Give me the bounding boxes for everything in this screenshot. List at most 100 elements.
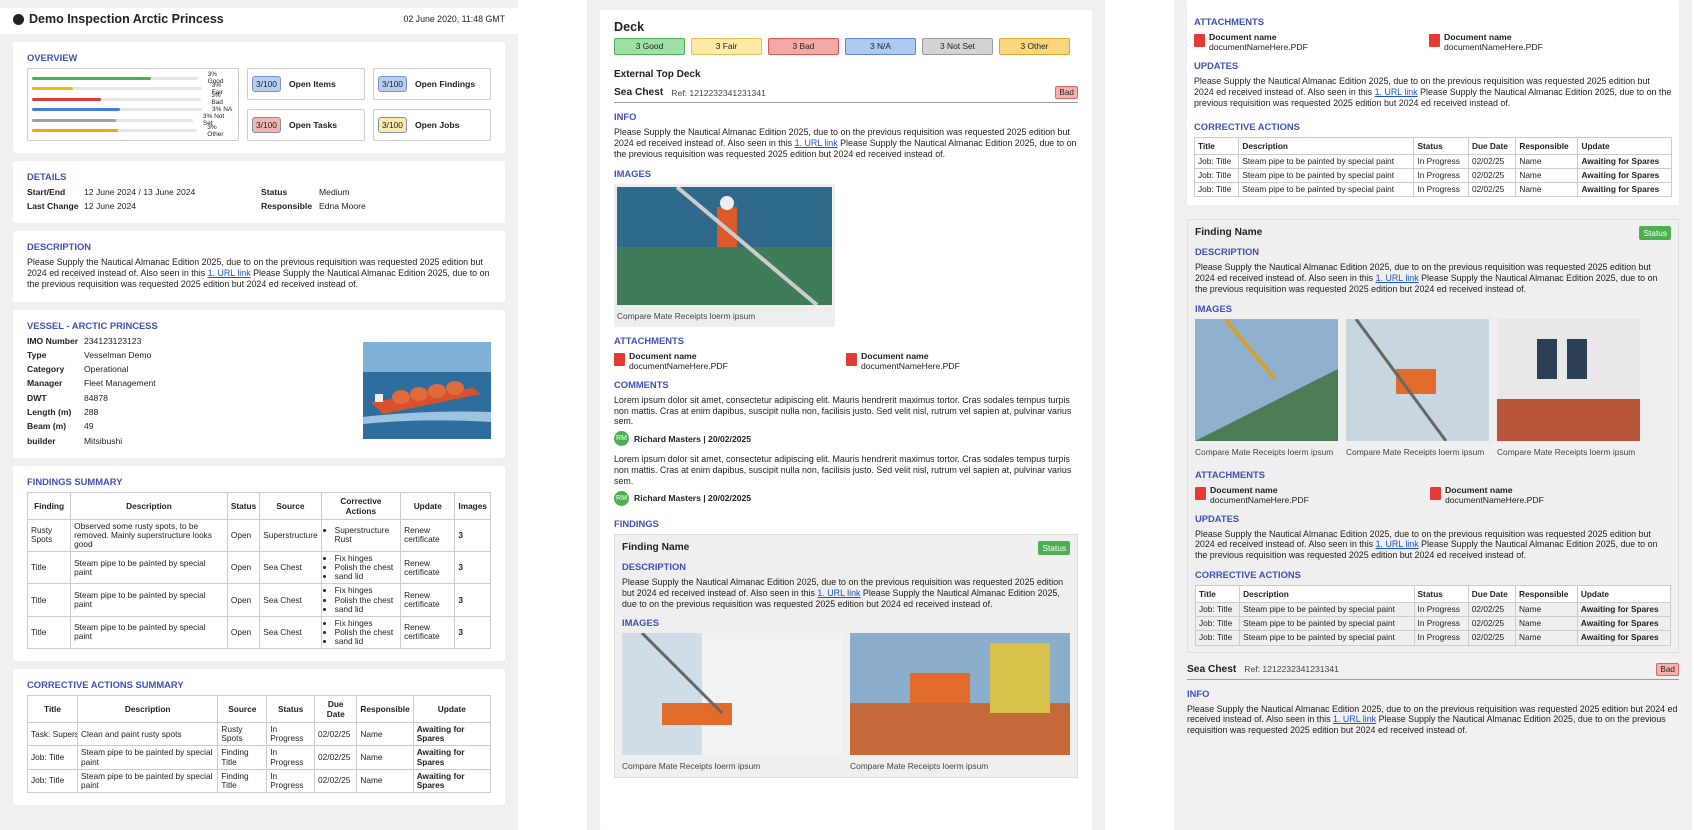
sea-chest-ref: Ref: 1212232341231341 [671,87,766,98]
comments-heading: COMMENTS [614,378,669,390]
column-header: Source [217,695,268,724]
table-cell: In Progress [266,745,316,770]
info-url-link[interactable]: 1. URL link [795,138,838,148]
table-cell: Awaiting for Spares [412,768,492,793]
column-header: Due Date [314,695,358,724]
table-cell: Observed some rusty spots, to be removed… [70,518,228,553]
table-cell: Steam pipe to be painted by special pain… [1238,167,1415,183]
condition-tab[interactable]: 3 N/A [845,38,916,55]
attachment-item[interactable]: Document name documentNameHere.PDF [1194,32,1429,52]
table-cell: Steam pipe to be painted by special pain… [1239,616,1415,632]
stat-label: Open Items [288,79,336,89]
bar-label: 3% Bad [211,92,223,107]
ship-photo[interactable] [850,633,1070,756]
image-caption: Compare Mate Receipts loerm ipsum [617,310,756,321]
table-row[interactable]: Job: Title Steam pipe to be painted by sp… [1193,167,1672,183]
column-header: Update [1576,585,1672,604]
hull-photo[interactable] [1497,318,1640,441]
stat-box[interactable]: 3/100 Open Jobs [373,108,491,141]
attachments-heading: ATTACHMENTS [614,334,684,346]
column-header: Images [454,491,491,520]
image-caption: Compare Mate Receipts loerm ipsum [1497,446,1636,457]
attachment-item[interactable]: Document name documentNameHere.PDF [1429,32,1664,52]
table-cell: Renew certificate [400,583,456,617]
vessel-field-label: Manager [27,378,63,389]
table-row[interactable]: Title Steam pipe to be painted by special… [26,615,491,650]
url-link[interactable]: 1. URL link [208,268,251,278]
stat-box[interactable]: 3/100 Open Tasks [247,108,365,141]
bar-track [32,97,202,101]
table-row[interactable]: Task: Supers Clean and paint rusty spots R… [27,722,492,747]
details-card: DETAILS Start/End 12 June 2024 / 13 June … [13,161,505,223]
bar-track [32,87,202,91]
findings-heading: FINDINGS [614,517,659,529]
table-cell: Title [26,551,72,585]
ship-photo[interactable] [622,632,842,756]
crane-photo[interactable] [1346,317,1489,442]
image-caption: Compare Mate Receipts loerm ipsum [850,761,989,772]
table-cell: Superstructure Rust [320,518,402,553]
bar-fill [32,118,116,122]
table-row[interactable]: Job: Title Steam pipe to be painted by sp… [1194,616,1672,632]
condition-tab[interactable]: 3 Fair [691,38,762,55]
bad-badge: Bad [1055,86,1078,99]
table-cell: 02/02/25 [1467,181,1517,197]
table-row[interactable]: Job: Title Steam pipe to be painted by sp… [1193,181,1672,197]
table-cell: Name [356,745,414,770]
table-cell: 3 [454,518,491,553]
attachment-item[interactable]: Document name documentNameHere.PDF [1195,485,1430,505]
table-row[interactable]: Job: Title Steam pipe to be painted by sp… [1193,153,1672,169]
condition-tab[interactable]: 3 Bad [768,38,839,55]
column-header: Responsible [1515,136,1579,155]
fd-url-link[interactable]: 1. URL link [1376,273,1419,283]
table-row[interactable]: Job: Title Steam pipe to be painted by sp… [1194,630,1672,646]
bar-fill [32,87,73,91]
fd-url-link[interactable]: 1. URL link [817,588,860,598]
attachment-item[interactable]: Document name documentNameHere.PDF [614,351,846,371]
table-cell: Fix hingesPolish the chestsand lid [320,583,402,617]
column-header: Update [1577,136,1672,155]
ca-summary-heading: CORRECTIVE ACTIONS SUMMARY [27,679,184,691]
deck-photo[interactable] [1195,317,1338,441]
ca-heading: CORRECTIVE ACTIONS [1194,120,1300,132]
up-url-link[interactable]: 1. URL link [1375,87,1418,97]
condition-tab[interactable]: 3 Other [999,38,1070,55]
table-cell: Sea Chest [259,583,322,617]
finding-detail-page: ATTACHMENTS Document name documentNameHer… [1174,0,1692,830]
table-row[interactable]: Job: Title Steam pipe to be painted by sp… [1194,602,1672,618]
attachment-item[interactable]: Document name documentNameHere.PDF [846,351,1078,371]
table-cell: Awaiting for Spares [1576,616,1672,632]
ca-summary-table: Title Description Source Status Due Date Resp… [27,695,492,793]
attachment-item[interactable]: Document name documentNameHere.PDF [1430,485,1665,505]
table-row[interactable]: Job: Title Steam pipe to be painted by sp… [27,745,492,770]
vessel-field-label: Type [27,349,47,360]
vessel-field-value: Fleet Management [84,378,156,389]
finding-description: Please Supply the Nautical Almanac Editi… [1195,262,1671,295]
table-cell: Name [356,722,414,747]
description-heading: DESCRIPTION [1195,245,1260,257]
table-row[interactable]: Rusty Spots Observed some rusty spots, to… [26,518,491,553]
condition-tab[interactable]: 3 Not Set [922,38,993,55]
table-row[interactable]: Title Steam pipe to be painted by special… [26,583,491,617]
attachments-list: Document name documentNameHere.PDF Docume… [614,351,1078,371]
info-url-link[interactable]: 1. URL link [1333,714,1376,724]
description-heading: DESCRIPTION [27,241,92,252]
worker-photo[interactable] [617,185,832,307]
stat-box[interactable]: 3/100 Open Findings [373,68,491,100]
image-caption: Compare Mate Receipts loerm ipsum [1195,446,1334,457]
up-url-link[interactable]: 1. URL link [1376,539,1419,549]
table-cell: Name [1514,630,1578,646]
table-row[interactable]: Title Steam pipe to be painted by special… [26,551,491,585]
sea-chest-bar: Sea Chest Ref: 1212232341231341 Bad [1187,662,1679,680]
table-cell: Open [226,583,261,617]
table-cell: Steam pipe to be painted by special pain… [1238,181,1415,197]
sea-chest-ref: Ref: 1212232341231341 [1244,664,1339,675]
stat-value: 3/100 [252,116,281,133]
condition-tab[interactable]: 3 Good [614,38,685,55]
bar-track [32,118,193,122]
doc-name: Document name [861,350,929,361]
bar-label: 3% Other [207,123,224,138]
stat-box[interactable]: 3/100 Open Items [247,68,365,100]
description-text: Please Supply the Nautical Almanac Editi… [27,257,491,290]
table-row[interactable]: Job: Title Steam pipe to be painted by sp… [27,768,492,793]
